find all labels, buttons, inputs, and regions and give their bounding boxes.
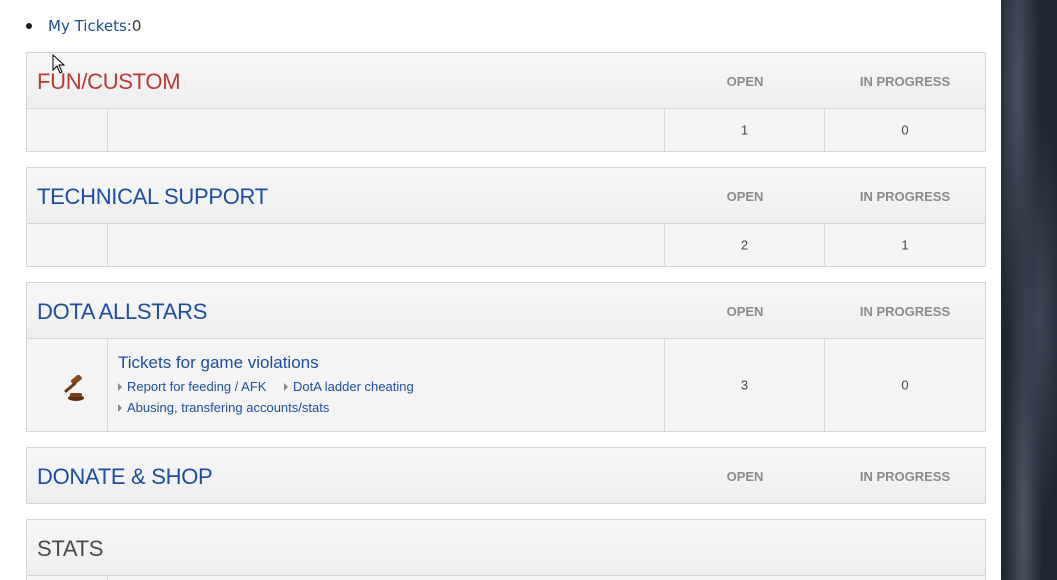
forum-info-cell: Tickets for game violations Report for f… — [108, 339, 665, 431]
open-column-header: OPEN — [726, 74, 764, 89]
in-progress-count: 1 — [901, 237, 909, 253]
category-title[interactable]: DOTA ALLSTARS — [37, 299, 207, 325]
forum-icon-cell — [27, 224, 108, 266]
caret-right-icon — [284, 382, 288, 391]
forum-row: 1 0 — [27, 108, 985, 151]
sublink-abusing-accounts[interactable]: Abusing, transfering accounts/stats — [118, 400, 329, 415]
sublink-label: Abusing, transfering accounts/stats — [127, 400, 330, 415]
category-header: STATS — [27, 520, 985, 575]
open-count-cell: 3 — [665, 339, 825, 431]
forum-info-cell — [108, 224, 665, 266]
forum-title-link[interactable]: Tickets for game violations — [118, 353, 319, 373]
open-count: 2 — [740, 237, 749, 253]
category-fun-custom: FUN/CUSTOM OPEN IN PROGRESS 1 0 — [26, 52, 986, 152]
open-column-header: OPEN — [726, 304, 764, 319]
in-progress-column-header: IN PROGRESS — [859, 189, 951, 204]
sublink-label: DotA ladder cheating — [293, 379, 414, 394]
category-header: DONATE & SHOP OPEN IN PROGRESS — [27, 448, 985, 503]
category-title[interactable]: TECHNICAL SUPPORT — [37, 184, 268, 210]
forum-icon-cell — [27, 339, 108, 431]
in-progress-column-header: IN PROGRESS — [859, 469, 951, 484]
in-progress-count-cell: 0 — [825, 109, 985, 151]
sublink-ladder-cheating[interactable]: DotA ladder cheating — [284, 379, 414, 394]
open-count-cell: 1 — [665, 109, 825, 151]
open-count: 1 — [740, 122, 749, 138]
category-header: FUN/CUSTOM OPEN IN PROGRESS — [27, 53, 985, 108]
category-dota-allstars: DOTA ALLSTARS OPEN IN PROGRESS Tickets f… — [26, 282, 986, 432]
forum-info-cell — [108, 109, 665, 151]
in-progress-count-cell: 1 — [825, 224, 985, 266]
caret-right-icon — [118, 382, 122, 391]
category-stats: STATS — [26, 519, 986, 580]
open-count-cell: 2 — [665, 224, 825, 266]
page-background — [1001, 0, 1057, 580]
category-technical-support: TECHNICAL SUPPORT OPEN IN PROGRESS 2 1 — [26, 167, 986, 267]
caret-right-icon — [118, 403, 122, 412]
sublink-report-feeding[interactable]: Report for feeding / AFK — [118, 379, 266, 394]
in-progress-column-header: IN PROGRESS — [859, 74, 951, 89]
open-column-header: OPEN — [726, 469, 764, 484]
my-tickets-item: My Tickets: 0 — [26, 16, 141, 36]
bullet-icon — [26, 23, 32, 29]
mouse-cursor-icon — [52, 54, 66, 74]
category-header: DOTA ALLSTARS OPEN IN PROGRESS — [27, 283, 985, 338]
category-title[interactable]: DONATE & SHOP — [37, 464, 213, 490]
category-title[interactable]: STATS — [37, 536, 103, 562]
category-donate-shop: DONATE & SHOP OPEN IN PROGRESS — [26, 447, 986, 504]
forum-icon-cell — [27, 576, 108, 580]
my-tickets-link[interactable]: My Tickets: — [48, 17, 132, 35]
gavel-icon — [64, 375, 84, 401]
content-panel: My Tickets: 0 FUN/CUSTOM OPEN IN PROGRES… — [0, 0, 1001, 580]
open-count: 3 — [740, 377, 749, 393]
forum-row: 2 1 — [27, 223, 985, 266]
forum-row: Tickets for game violations Report for f… — [27, 338, 985, 431]
forum-icon-cell — [27, 109, 108, 151]
forum-row — [27, 575, 985, 580]
category-header: TECHNICAL SUPPORT OPEN IN PROGRESS — [27, 168, 985, 223]
sublink-label: Report for feeding / AFK — [127, 379, 267, 394]
in-progress-count-cell: 0 — [825, 339, 985, 431]
in-progress-count: 0 — [901, 377, 909, 393]
open-column-header: OPEN — [726, 189, 764, 204]
in-progress-column-header: IN PROGRESS — [859, 304, 951, 319]
in-progress-count: 0 — [901, 122, 909, 138]
my-tickets-count: 0 — [131, 17, 142, 35]
